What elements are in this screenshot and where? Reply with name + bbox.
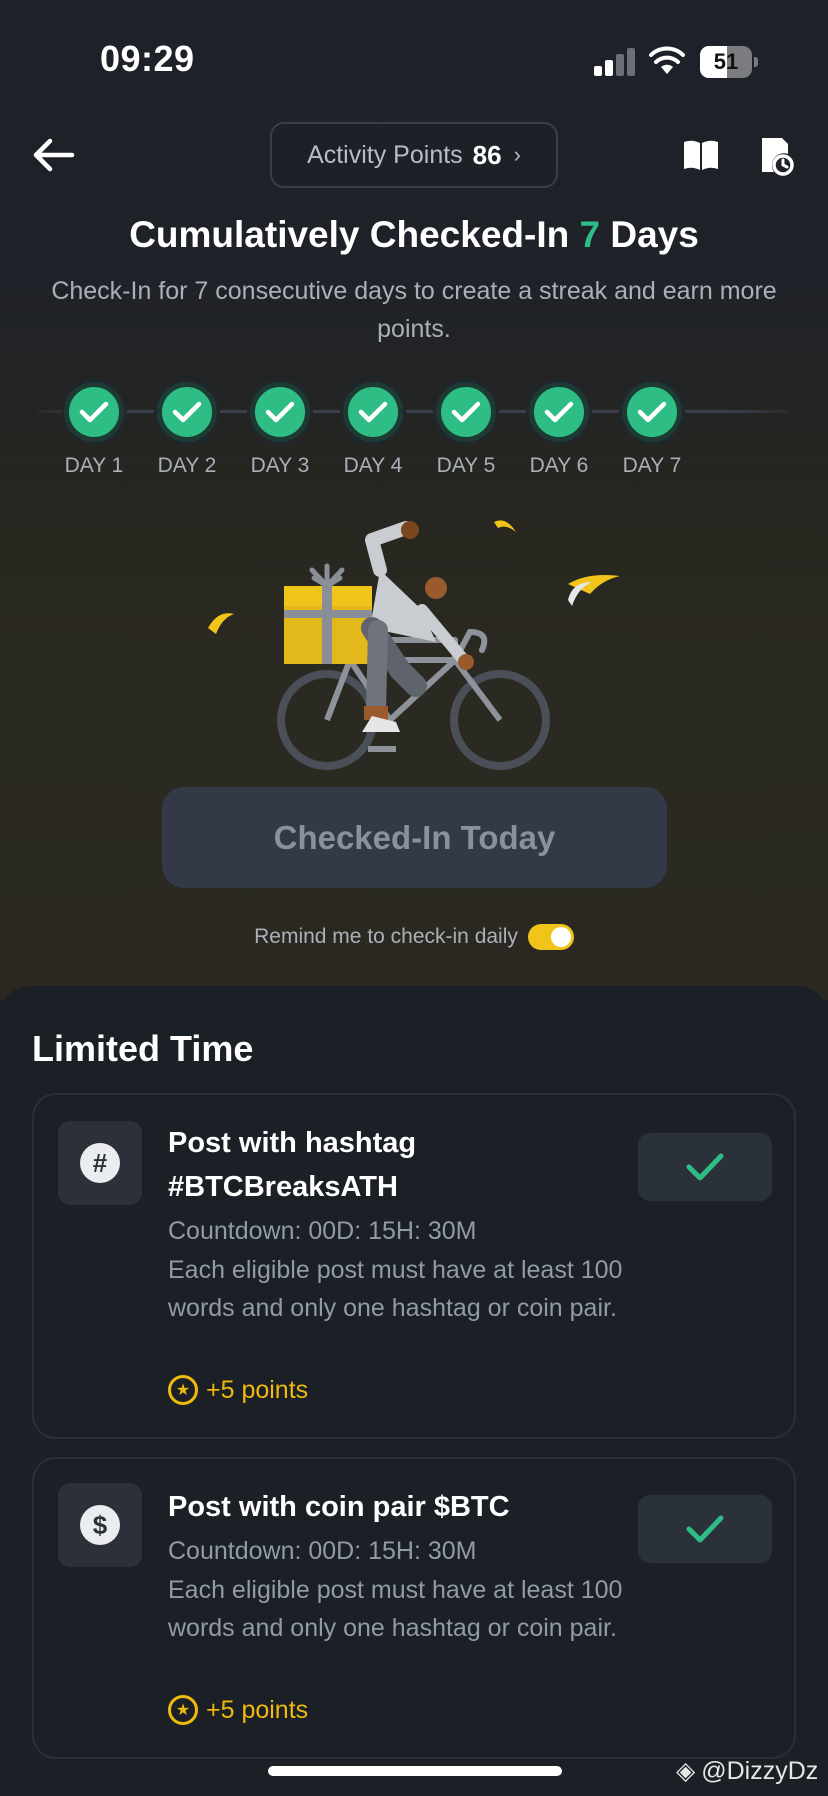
headline-days-count: 7 <box>579 214 601 255</box>
headline-prefix: Cumulatively Checked-In <box>129 214 570 255</box>
watermark: ◈ @DizzyDz <box>676 1756 818 1786</box>
task-points: ★ +5 points <box>168 1375 308 1405</box>
task-title: Post with coin pair $BTC <box>168 1491 510 1523</box>
check-circle-icon <box>436 382 496 442</box>
reminder-label: Remind me to check-in daily <box>254 925 518 948</box>
check-icon <box>686 1153 724 1181</box>
task-countdown: Countdown: 00D: 15H: 30M <box>168 1537 477 1565</box>
task-card-coin-pair: $ Post with coin pair $BTC Countdown: 00… <box>32 1457 796 1759</box>
history-icon[interactable] <box>758 136 794 176</box>
task-description: Each eligible post must have at least 10… <box>168 1576 623 1642</box>
streak-day-7: DAY 7 <box>597 382 707 478</box>
checkin-subtitle: Check-In for 7 consecutive days to creat… <box>51 277 777 343</box>
task-description: Each eligible post must have at least 10… <box>168 1256 623 1322</box>
activity-points-value: 86 <box>472 139 502 170</box>
reminder-toggle[interactable] <box>527 924 574 950</box>
dollar-icon: $ <box>58 1483 142 1567</box>
chevron-right-icon: › <box>513 142 521 167</box>
hashtag-icon: # <box>58 1121 142 1205</box>
task-completed-button[interactable] <box>638 1495 772 1563</box>
activity-points-label: Activity Points <box>307 140 463 169</box>
check-circle-icon <box>64 382 124 442</box>
task-title: Post with hashtag #BTCBreaksATH <box>168 1127 417 1203</box>
task-points-value: +5 points <box>206 1375 309 1404</box>
check-circle-icon <box>529 382 589 442</box>
task-points-value: +5 points <box>206 1695 309 1724</box>
check-circle-icon <box>343 382 403 442</box>
day-label: DAY 7 <box>622 454 682 477</box>
reminder-row: Remind me to check-in daily <box>0 924 828 950</box>
check-circle-icon <box>157 382 217 442</box>
checked-in-today-button[interactable]: Checked-In Today <box>162 787 667 888</box>
binance-logo-icon: ◈ <box>676 1757 696 1785</box>
wifi-icon <box>649 46 685 74</box>
back-arrow-icon[interactable] <box>30 135 76 175</box>
cellular-signal-icon <box>594 48 636 76</box>
cyclist-gift-illustration <box>208 520 620 770</box>
check-circle-icon <box>622 382 682 442</box>
check-circle-icon <box>250 382 310 442</box>
activity-points-button[interactable]: Activity Points 86 › <box>270 122 558 188</box>
task-completed-button[interactable] <box>638 1133 772 1201</box>
task-countdown: Countdown: 00D: 15H: 30M <box>168 1217 477 1245</box>
book-icon[interactable] <box>682 138 720 172</box>
battery-icon: 51 <box>700 46 758 78</box>
checkin-headline: Cumulatively Checked-In 7 Days <box>0 214 828 256</box>
home-indicator <box>268 1766 562 1776</box>
status-time: 09:29 <box>100 38 195 79</box>
headline-suffix: Days <box>610 214 699 255</box>
battery-level: 51 <box>713 49 739 74</box>
task-card-hashtag: # Post with hashtag #BTCBreaksATH Countd… <box>32 1093 796 1439</box>
star-coin-icon: ★ <box>168 1695 198 1725</box>
star-coin-icon: ★ <box>168 1375 198 1405</box>
limited-time-title: Limited Time <box>32 1028 254 1069</box>
check-icon <box>686 1515 724 1543</box>
task-points: ★ +5 points <box>168 1695 308 1725</box>
watermark-text: @DizzyDz <box>701 1756 819 1785</box>
